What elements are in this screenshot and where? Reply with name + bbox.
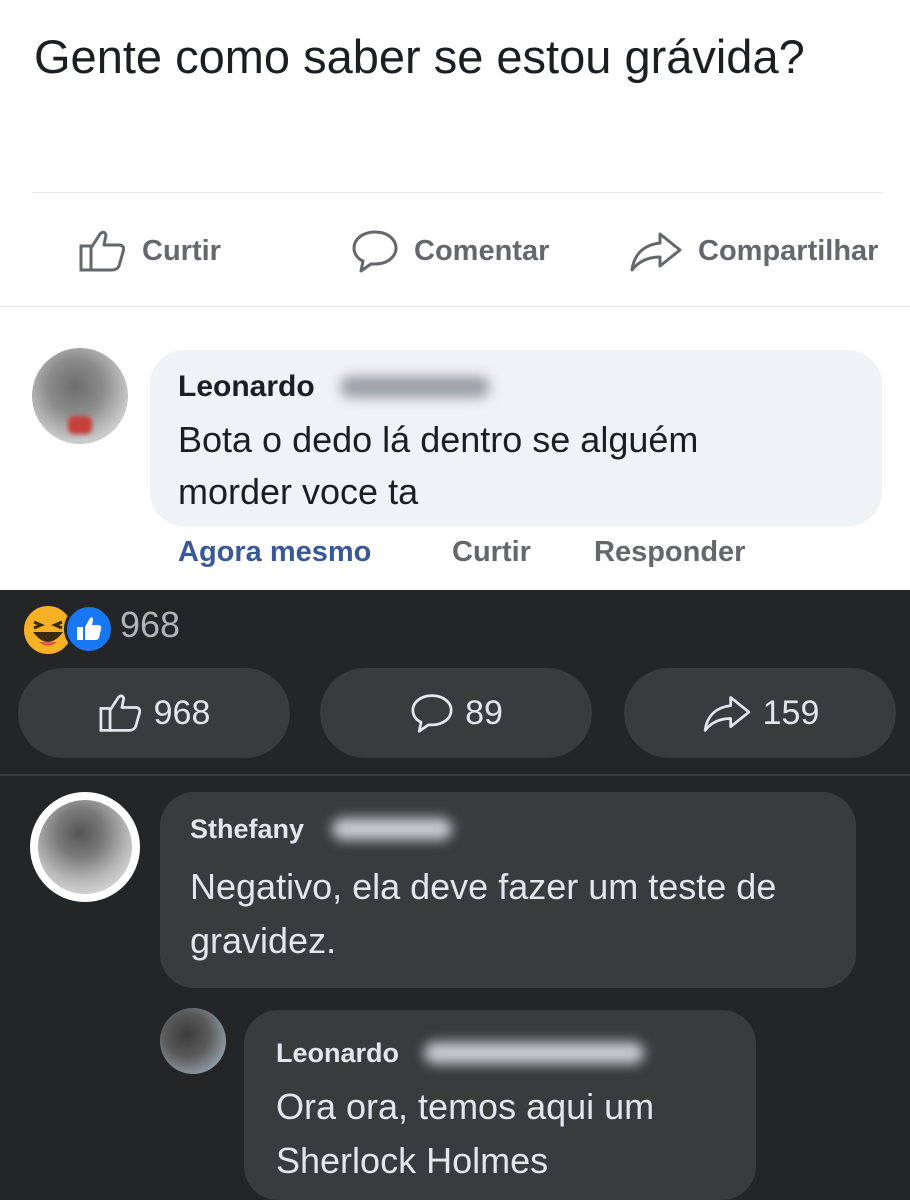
comment-bubble: Sthefany Negativo, ela deve fazer um tes…	[160, 792, 856, 988]
reply-bubble: Leonardo Ora ora, temos aqui um Sherlock…	[244, 1010, 756, 1200]
comment-bubble: Leonardo Bota o dedo lá dentro se alguém…	[150, 350, 882, 526]
redacted-surname	[340, 376, 490, 398]
comment-author[interactable]: Leonardo	[178, 370, 315, 404]
comment-icon	[411, 694, 453, 733]
comment-icon	[352, 230, 398, 273]
share-icon	[630, 232, 682, 272]
divider	[0, 774, 910, 776]
reaction-count[interactable]: 968	[120, 604, 180, 646]
redacted-surname	[332, 818, 452, 840]
like-action-label: Curtir	[142, 234, 221, 267]
comment-count: 89	[465, 693, 503, 732]
comment-author[interactable]: Sthefany	[190, 814, 304, 845]
post-text: Gente como saber se estou grávida?	[34, 30, 805, 83]
avatar[interactable]	[32, 348, 128, 444]
share-action-button[interactable]: Compartilhar	[628, 228, 878, 274]
redacted-surname	[424, 1042, 644, 1064]
avatar-detail	[68, 416, 92, 434]
avatar-image	[38, 800, 132, 894]
like-count: 968	[153, 693, 211, 732]
comment-like-link[interactable]: Curtir	[452, 536, 531, 569]
comment-text: Negativo, ela deve fazer um teste de gra…	[190, 866, 777, 961]
avatar[interactable]	[30, 792, 140, 902]
share-icon	[703, 696, 750, 732]
avatar[interactable]	[160, 1008, 226, 1074]
comment-timestamp[interactable]: Agora mesmo	[178, 536, 371, 569]
comment-count-button[interactable]: 89	[320, 668, 592, 758]
thumbs-up-icon	[79, 230, 126, 272]
comment-author[interactable]: Leonardo	[276, 1038, 399, 1069]
share-count-button[interactable]: 159	[624, 668, 896, 758]
comment-action-label: Comentar	[414, 234, 550, 267]
divider	[0, 306, 910, 307]
comment-text: Ora ora, temos aqui um Sherlock Holmes	[276, 1086, 655, 1181]
light-post-section: Gente como saber se estou grávida? Curti…	[0, 0, 910, 590]
like-icon	[64, 604, 114, 654]
thumbs-up-icon	[99, 694, 141, 732]
like-count-button[interactable]: 968	[18, 668, 290, 758]
comment-text: Bota o dedo lá dentro se alguém morder v…	[178, 419, 699, 512]
comment-reply-link[interactable]: Responder	[594, 536, 745, 569]
comment-action-button[interactable]: Comentar	[350, 228, 549, 274]
like-action-button[interactable]: Curtir	[78, 228, 221, 274]
share-count: 159	[762, 693, 820, 732]
share-action-label: Compartilhar	[698, 234, 879, 267]
divider	[32, 192, 882, 193]
